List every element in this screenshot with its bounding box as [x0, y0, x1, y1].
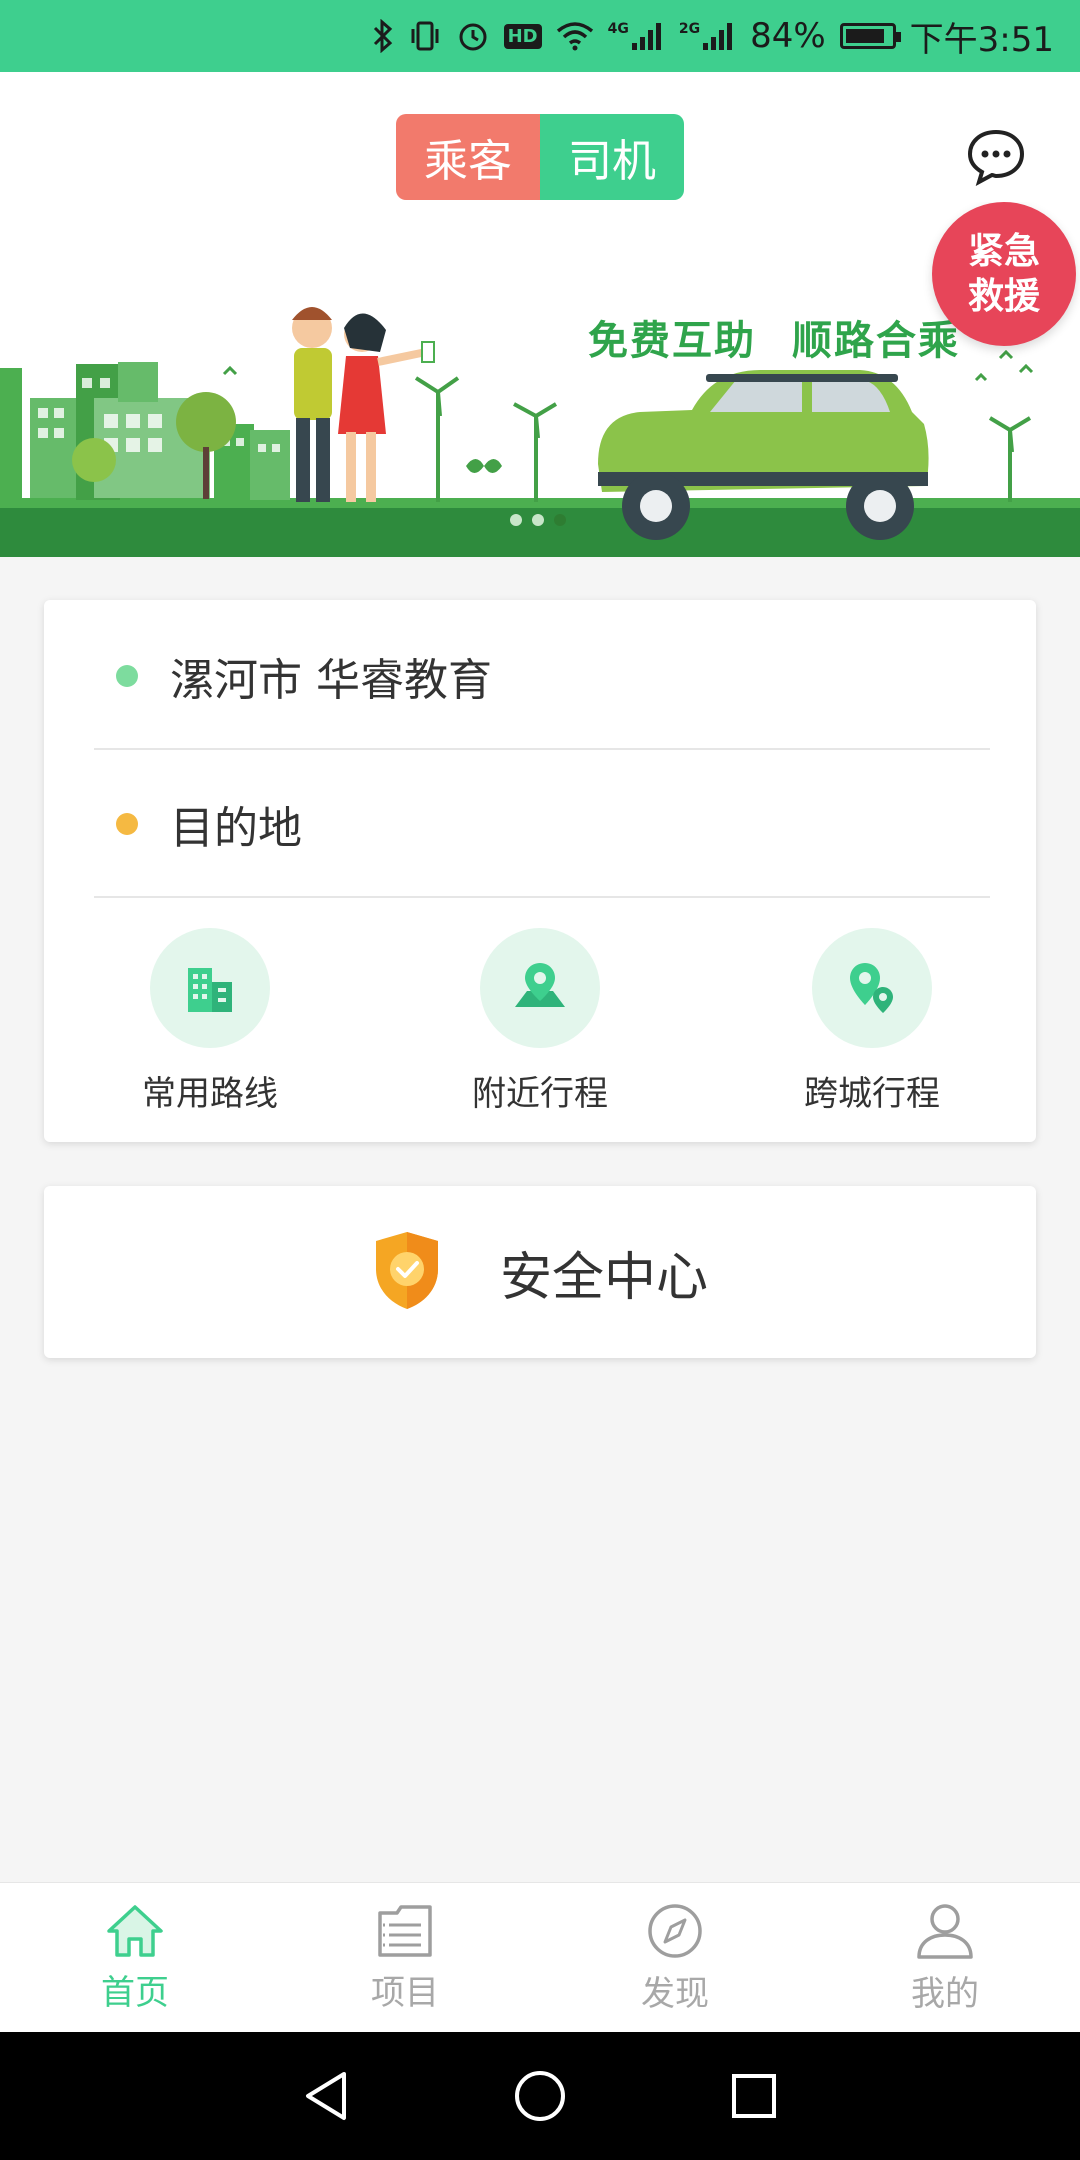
bluetooth-icon: [372, 19, 394, 53]
system-navigation-bar: [0, 2032, 1080, 2160]
home-circle-icon[interactable]: [514, 2070, 566, 2122]
alarm-icon: [456, 19, 490, 53]
route-card: 漯河市 华睿教育 目的地 常用路线 附近行程 跨城行程: [44, 600, 1036, 1142]
nav-label: 项目: [371, 1972, 439, 2013]
safety-center-label: 安全中心: [499, 1247, 708, 1308]
origin-row[interactable]: 漯河市 华睿教育: [44, 602, 1036, 750]
quick-action-nearby-trips[interactable]: 附近行程: [420, 928, 660, 1128]
passenger-mode-tab[interactable]: 乘客: [396, 114, 540, 200]
quick-action-label: 附近行程: [472, 1074, 608, 1114]
destination-dot: [116, 813, 138, 835]
person-icon: [917, 1903, 973, 1959]
shield-check-icon: [372, 1229, 442, 1315]
origin-text: 漯河市 华睿教育: [170, 655, 492, 706]
banner-slogan: 免费互助 顺路合乘: [588, 308, 960, 366]
home-icon: [107, 1904, 163, 1957]
battery-icon: [839, 23, 901, 49]
quick-action-common-routes[interactable]: 常用路线: [90, 928, 330, 1128]
bottom-nav: 首页 项目 发现 我的: [0, 1882, 1080, 2032]
network-type-2g: 2G: [678, 21, 701, 37]
carousel-indicator: [510, 514, 566, 526]
recents-icon[interactable]: [730, 2072, 778, 2120]
sos-label-line1: 紧急: [967, 231, 1040, 272]
carousel-dot-active[interactable]: [554, 514, 566, 526]
slogan-carpool: 顺路合乘: [792, 318, 960, 364]
divider: [94, 896, 990, 898]
battery-percent: 84%: [750, 16, 826, 56]
banner-illustration: [0, 307, 1080, 557]
sos-label-line2: 救援: [967, 276, 1040, 317]
carousel-dot[interactable]: [510, 514, 522, 526]
quick-action-intercity-trips[interactable]: 跨城行程: [752, 928, 992, 1128]
signal-icon: [631, 21, 665, 51]
folder-list-icon: [378, 1904, 432, 1957]
destination-row[interactable]: 目的地: [44, 750, 1036, 898]
quick-action-label: 常用路线: [142, 1074, 278, 1114]
nav-label: 发现: [641, 1973, 709, 2014]
map-pin-icon: [480, 928, 600, 1048]
multi-location-icon: [812, 928, 932, 1048]
back-icon[interactable]: [302, 2070, 350, 2122]
nav-discover[interactable]: 发现: [540, 1883, 810, 2033]
compass-icon: [648, 1903, 702, 1958]
nav-label: 首页: [101, 1972, 169, 2013]
network-type-4g: 4G: [607, 21, 629, 37]
status-bar: HD 4G 2G 84% 下午3:51: [0, 0, 1080, 72]
nav-profile[interactable]: 我的: [810, 1883, 1080, 2033]
destination-input[interactable]: 目的地: [170, 792, 302, 856]
signal-icon: [702, 21, 736, 51]
emergency-rescue-button[interactable]: 紧急 救援: [932, 202, 1076, 346]
driver-mode-tab[interactable]: 司机: [540, 114, 684, 200]
origin-dot: [116, 665, 138, 687]
carousel-dot[interactable]: [532, 514, 544, 526]
nav-projects[interactable]: 项目: [270, 1883, 540, 2033]
promo-banner[interactable]: 免费互助 顺路合乘 紧急 救援: [0, 202, 1080, 557]
wifi-icon: [556, 21, 594, 51]
hd-badge: HD: [503, 23, 542, 49]
mode-toggle: 乘客 司机: [396, 114, 684, 200]
slogan-free-help: 免费互助: [588, 318, 756, 364]
building-icon: [150, 928, 270, 1048]
quick-action-label: 跨城行程: [804, 1074, 940, 1114]
clock: 下午3:51: [909, 19, 1054, 60]
header: 乘客 司机: [0, 72, 1080, 202]
safety-center-button[interactable]: 安全中心: [44, 1186, 1036, 1358]
vibrate-icon: [408, 19, 442, 53]
message-icon[interactable]: [966, 126, 1026, 187]
nav-label: 我的: [911, 1973, 979, 2014]
nav-home[interactable]: 首页: [0, 1883, 270, 2033]
